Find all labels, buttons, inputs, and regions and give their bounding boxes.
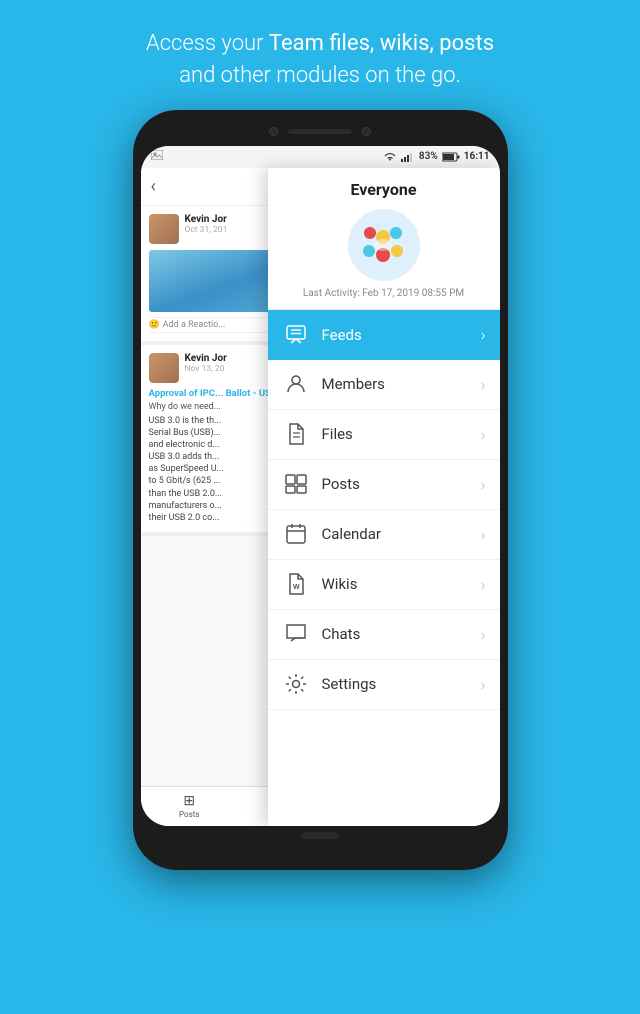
last-activity: Last Activity: Feb 17, 2019 08:55 PM [303, 288, 464, 299]
header-text: Access your Team files, wikis, postsand … [40, 28, 600, 92]
menu-item-chats[interactable]: Chats › [268, 610, 500, 660]
panel-title: Everyone [350, 180, 416, 199]
menu-item-posts[interactable]: Posts › [268, 460, 500, 510]
feed-user-1: Kevin Jor [185, 214, 228, 225]
posts-arrow: › [481, 475, 486, 494]
posts-nav-label: Posts [179, 810, 199, 819]
files-icon [282, 423, 310, 445]
avatar-1 [149, 214, 179, 244]
calendar-label: Calendar [322, 525, 481, 543]
status-right: 83% 16:11 [383, 151, 490, 162]
files-arrow: › [481, 425, 486, 444]
phone-top-bar [141, 118, 500, 146]
svg-text:W: W [293, 584, 300, 591]
feeds-arrow: › [481, 325, 486, 344]
group-icon [356, 217, 411, 272]
feeds-icon [282, 325, 310, 345]
chats-arrow: › [481, 625, 486, 644]
settings-label: Settings [322, 675, 481, 693]
settings-icon [282, 673, 310, 695]
phone-device: 83% 16:11 ‹ [133, 110, 508, 870]
settings-arrow: › [481, 675, 486, 694]
status-bar: 83% 16:11 [141, 146, 500, 168]
image-icon [151, 150, 163, 160]
menu-item-calendar[interactable]: Calendar › [268, 510, 500, 560]
avatar-2 [149, 353, 179, 383]
wikis-arrow: › [481, 575, 486, 594]
add-reaction-label[interactable]: Add a Reactio... [163, 320, 226, 330]
time: 16:11 [464, 151, 490, 162]
phone-screen: 83% 16:11 ‹ [141, 146, 500, 826]
bottom-nav-posts[interactable]: ⊞ Posts [141, 787, 239, 826]
header-section: Access your Team files, wikis, postsand … [0, 0, 640, 110]
wifi-icon [383, 152, 397, 162]
menu-item-feeds[interactable]: Feeds › [268, 310, 500, 360]
members-arrow: › [481, 375, 486, 394]
smiley-icon: 🙂 [149, 320, 160, 330]
wikis-label: Wikis [322, 575, 481, 593]
chats-label: Chats [322, 625, 481, 643]
chats-icon [282, 623, 310, 645]
phone-sensor [362, 127, 371, 136]
feed-date-2: Nov 13, 20 [185, 364, 227, 374]
feed-date-1: Oct 31, 201 [185, 225, 228, 235]
menu-panel: Everyone [268, 168, 500, 826]
calendar-icon [282, 523, 310, 545]
panel-header: Everyone [268, 168, 500, 310]
phone-speaker [288, 129, 352, 134]
members-label: Members [322, 375, 481, 393]
battery-percent: 83% [419, 151, 438, 162]
menu-item-settings[interactable]: Settings › [268, 660, 500, 710]
group-avatar [348, 209, 420, 281]
feed-user-2: Kevin Jor [185, 353, 227, 364]
menu-item-members[interactable]: Members › [268, 360, 500, 410]
feeds-label: Feeds [322, 326, 481, 344]
phone-camera [269, 127, 278, 136]
battery-icon [442, 152, 460, 162]
screen-body: ‹ Kevin Jor Oct 31, 201 [141, 168, 500, 826]
home-button[interactable] [301, 832, 339, 839]
menu-item-wikis[interactable]: W Wikis › [268, 560, 500, 610]
wikis-icon: W [282, 573, 310, 595]
status-left [151, 150, 171, 163]
phone-bottom-bar [141, 826, 500, 846]
calendar-arrow: › [481, 525, 486, 544]
posts-label: Posts [322, 475, 481, 493]
posts-nav-icon: ⊞ [183, 793, 195, 809]
members-icon [282, 374, 310, 394]
menu-items-list: Feeds › Members › [268, 310, 500, 826]
files-label: Files [322, 425, 481, 443]
posts-icon [282, 474, 310, 494]
back-arrow-icon[interactable]: ‹ [151, 176, 156, 197]
signal-icon [401, 152, 415, 162]
menu-item-files[interactable]: Files › [268, 410, 500, 460]
